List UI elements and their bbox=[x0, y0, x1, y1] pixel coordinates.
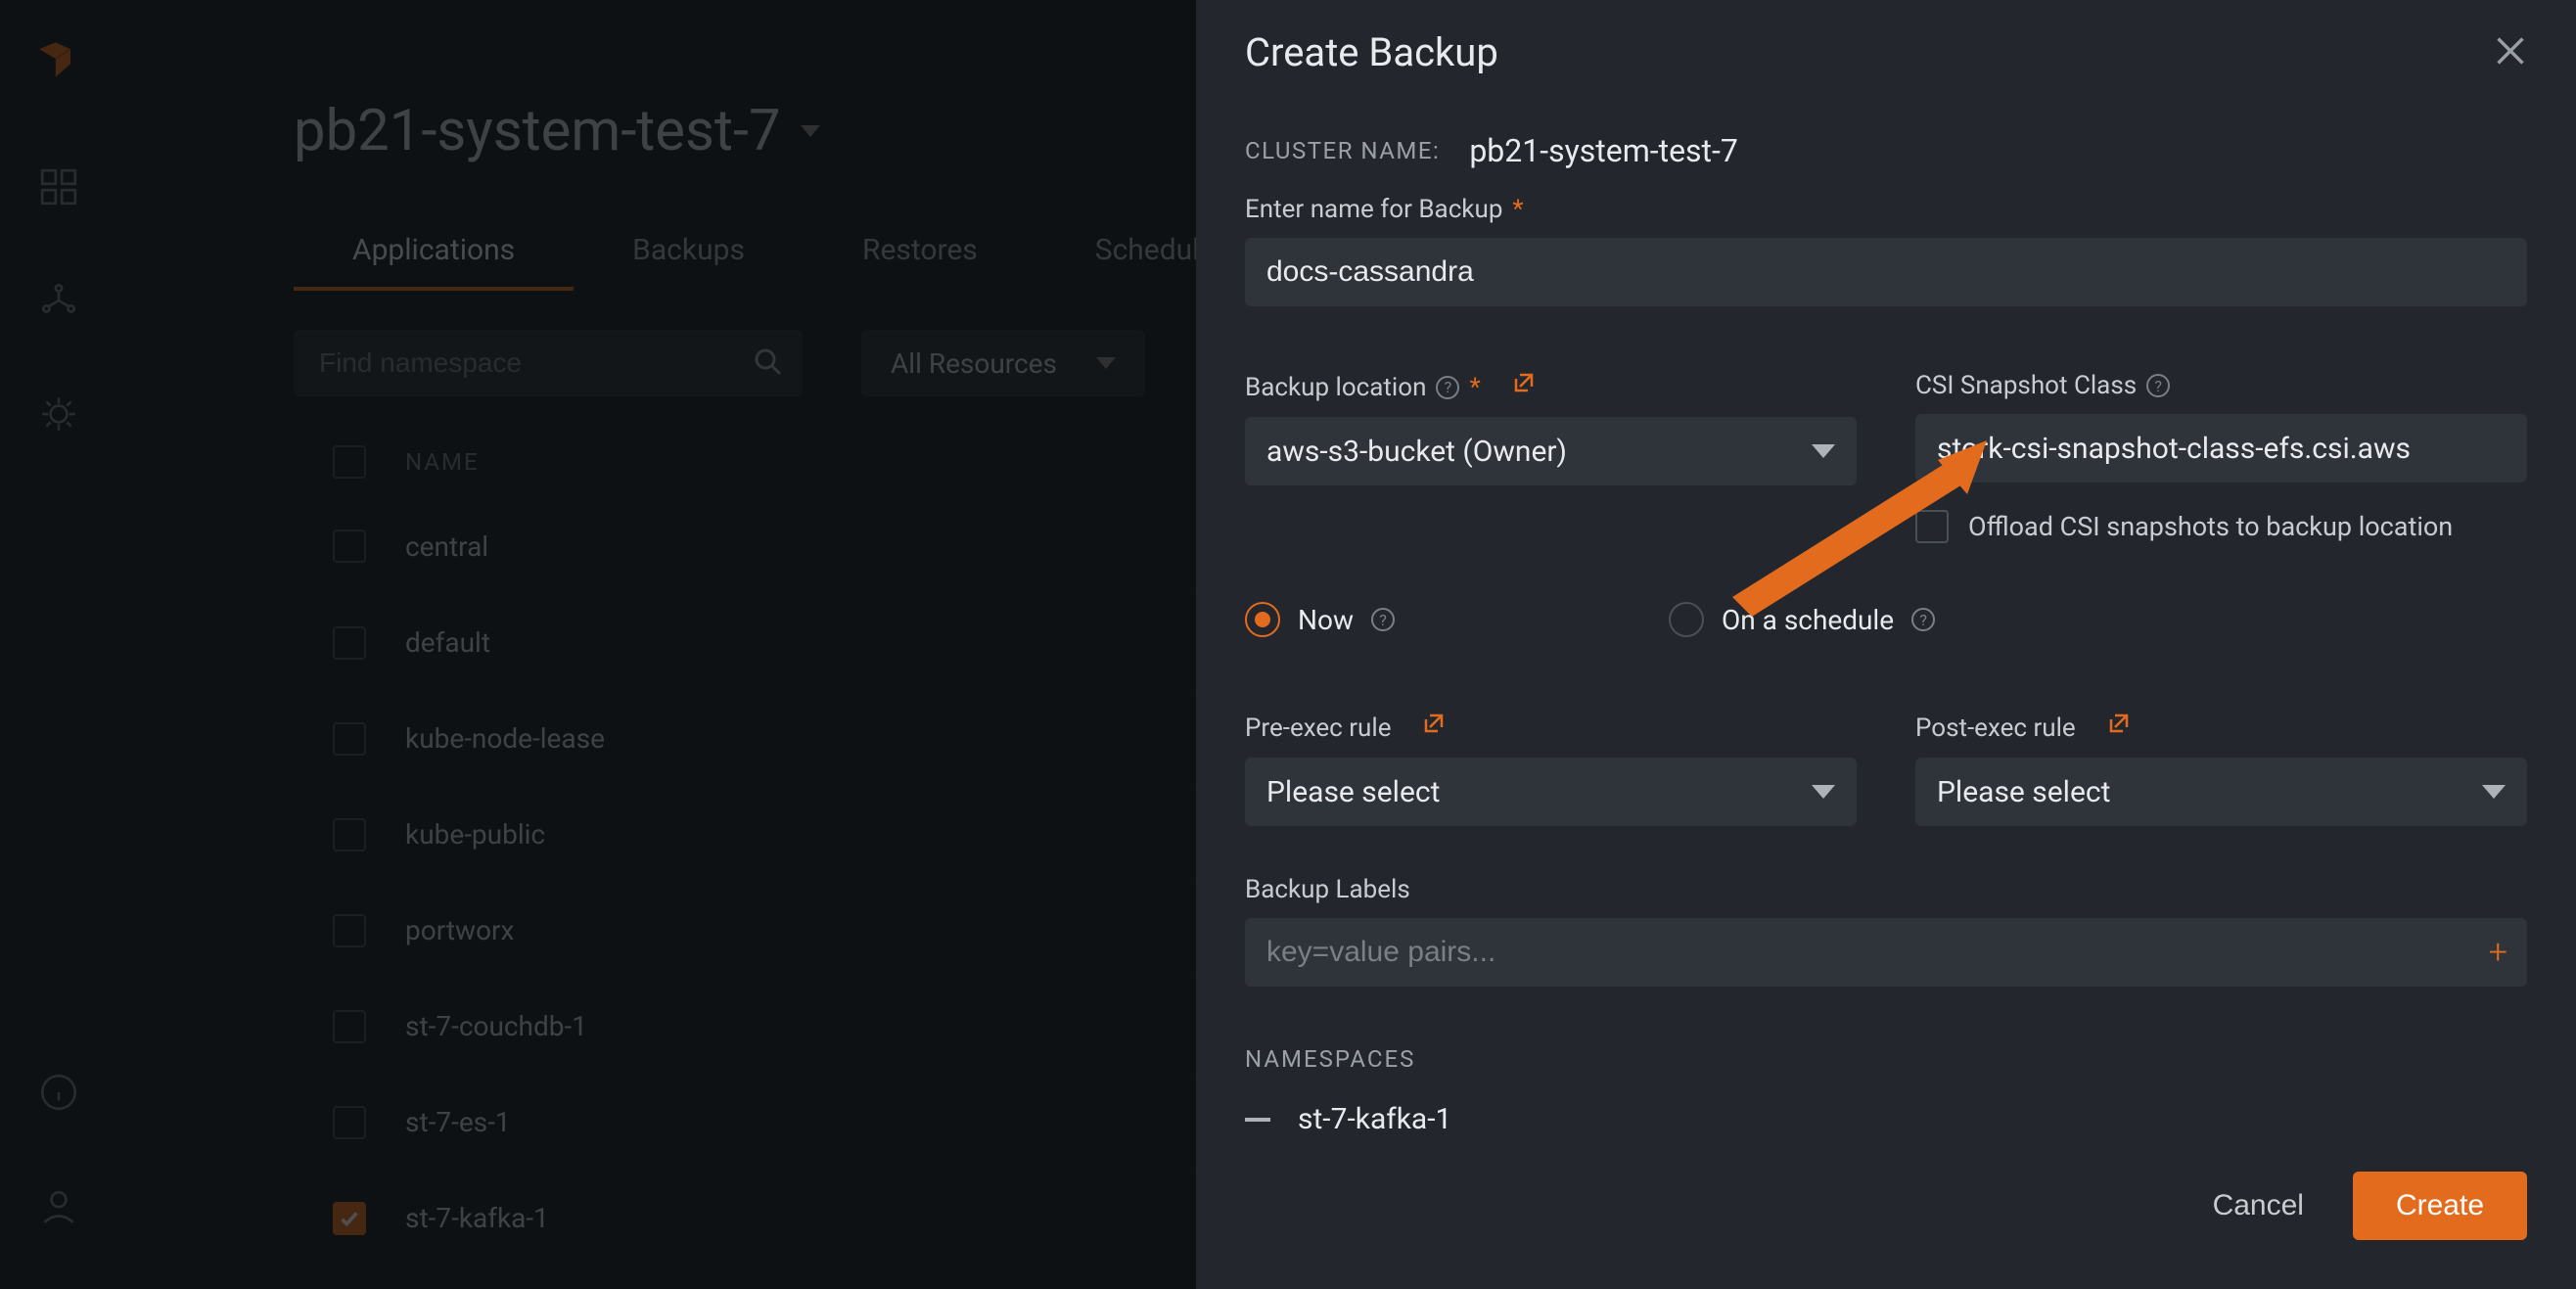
backup-name-label: Enter name for Backup* bbox=[1245, 195, 2527, 224]
chevron-down-icon bbox=[2482, 785, 2506, 799]
backup-location-label: Backup location ?* bbox=[1245, 371, 1857, 403]
help-icon[interactable]: ? bbox=[1371, 608, 1395, 631]
backup-location-select[interactable]: aws-s3-bucket (Owner) bbox=[1245, 417, 1857, 485]
namespaces-header: NAMESPACES bbox=[1245, 1045, 2527, 1073]
csi-snapshot-label: CSI Snapshot Class ? bbox=[1915, 371, 2527, 400]
cancel-button[interactable]: Cancel bbox=[2213, 1189, 2304, 1222]
offload-checkbox[interactable] bbox=[1915, 510, 1949, 543]
drawer-title: Create Backup bbox=[1245, 29, 1498, 75]
help-icon[interactable]: ? bbox=[1436, 376, 1459, 399]
add-label-icon[interactable]: + bbox=[2489, 933, 2507, 972]
chevron-down-icon bbox=[1812, 444, 1835, 458]
chevron-down-icon bbox=[1812, 785, 1835, 799]
namespace-item: st-7-kafka-1 bbox=[1245, 1102, 2527, 1136]
post-exec-label: Post-exec rule bbox=[1915, 712, 2527, 744]
pre-exec-select[interactable]: Please select bbox=[1245, 758, 1857, 826]
backup-name-input[interactable] bbox=[1266, 255, 2506, 289]
schedule-now-radio[interactable]: Now ? bbox=[1245, 602, 1395, 637]
backup-labels-input[interactable] bbox=[1266, 936, 2506, 969]
offload-label: Offload CSI snapshots to backup location bbox=[1968, 511, 2453, 542]
pre-exec-label: Pre-exec rule bbox=[1245, 712, 1857, 744]
create-backup-drawer: Create Backup CLUSTER NAME: pb21-system-… bbox=[1196, 0, 2576, 1289]
external-link-icon[interactable] bbox=[2105, 712, 2131, 744]
help-icon[interactable]: ? bbox=[2146, 374, 2170, 397]
cluster-name-label: CLUSTER NAME: bbox=[1245, 137, 1440, 164]
external-link-icon[interactable] bbox=[1420, 712, 1446, 744]
csi-snapshot-select[interactable]: stork-csi-snapshot-class-efs.csi.aws bbox=[1915, 414, 2527, 483]
backup-labels-label: Backup Labels bbox=[1245, 875, 2527, 904]
namespace-name: st-7-kafka-1 bbox=[1298, 1102, 1451, 1136]
external-link-icon[interactable] bbox=[1510, 371, 1536, 403]
backup-labels-input-wrap: + bbox=[1245, 918, 2527, 987]
schedule-later-radio[interactable]: On a schedule ? bbox=[1669, 602, 1935, 637]
backup-name-input-wrap bbox=[1245, 238, 2527, 306]
help-icon[interactable]: ? bbox=[1911, 608, 1935, 631]
create-button[interactable]: Create bbox=[2353, 1172, 2527, 1240]
close-icon[interactable] bbox=[2494, 34, 2527, 71]
cluster-name-value: pb21-system-test-7 bbox=[1469, 132, 1738, 169]
remove-namespace-icon[interactable] bbox=[1245, 1118, 1270, 1122]
post-exec-select[interactable]: Please select bbox=[1915, 758, 2527, 826]
